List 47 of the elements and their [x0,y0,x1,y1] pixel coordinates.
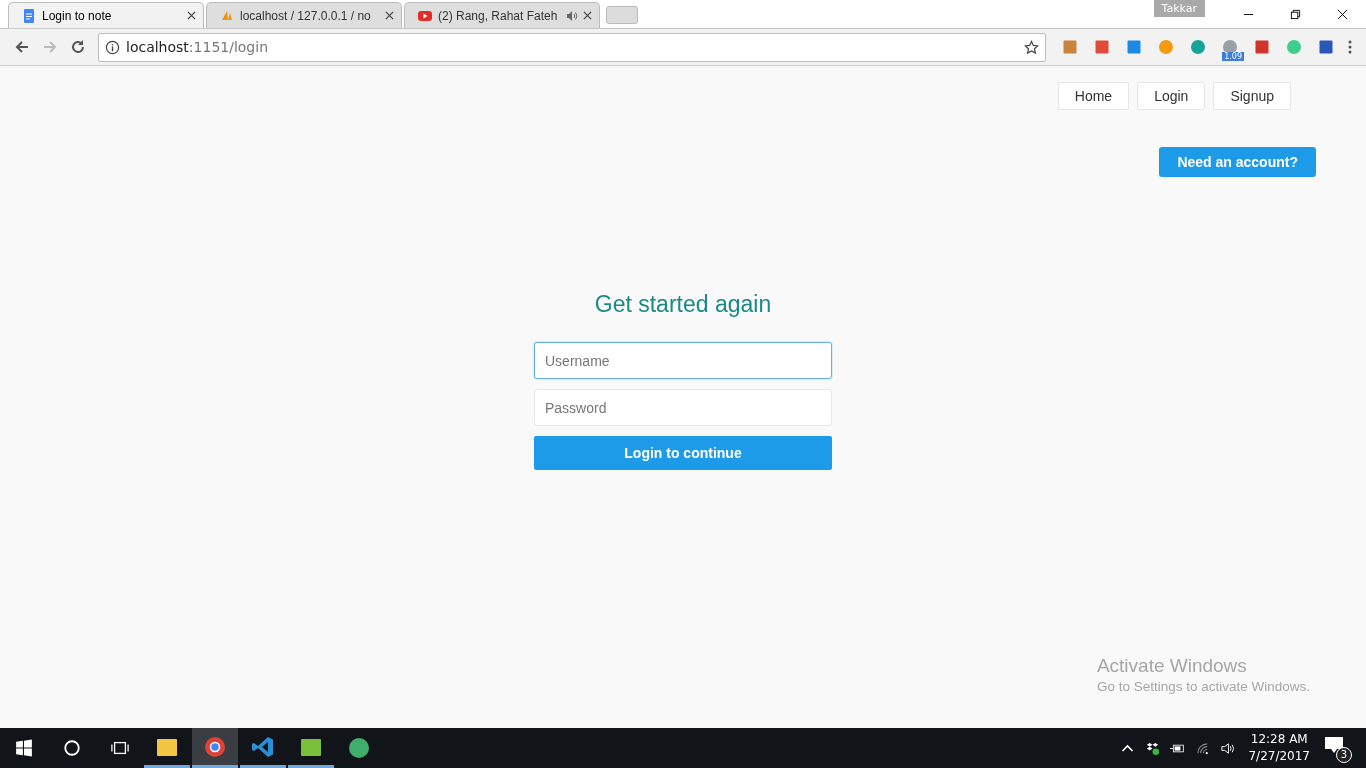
browser-tab[interactable]: Login to note [8,2,204,28]
restore-icon[interactable] [1290,8,1301,20]
task-view-icon[interactable] [111,739,129,757]
address-bar[interactable]: localhost:1151/login [98,32,1046,62]
tab-title: localhost / 127.0.0.1 / no [240,8,372,23]
document-icon [21,7,37,24]
tab-title: (2) Rang, Rahat Fateh [438,8,559,23]
form-heading: Get started again [593,291,773,318]
clock-date: 7/27/2017 [1248,748,1310,765]
extension-icon[interactable] [1062,39,1078,55]
extension-icon[interactable] [1190,39,1206,55]
tab-title: Login to note [42,8,113,23]
browser-tab[interactable]: localhost / 127.0.0.1 / no [206,2,402,28]
input-field[interactable]: Username [534,342,832,379]
menu-icon[interactable] [1348,39,1352,55]
back-arrow-icon[interactable] [14,39,30,55]
cloud-sync-icon[interactable] [1145,740,1161,756]
browser-tab[interactable]: (2) Rang, Rahat Fateh [404,2,600,28]
activation-text: Go to Settings to activate Windows. [1096,679,1310,694]
activation-title: Activate Windows [1096,655,1248,677]
extension-badge: 1.09 [1222,52,1244,61]
info-icon [105,39,120,55]
nav-link[interactable]: Login [1137,82,1206,110]
reload-icon[interactable] [70,39,86,55]
extension-icon[interactable] [1254,39,1270,55]
close-icon[interactable] [1337,8,1348,20]
app-icon [203,734,227,759]
extension-icon[interactable] [1126,39,1142,55]
speaker-icon[interactable] [1220,740,1236,756]
close-icon[interactable] [583,11,592,20]
close-icon[interactable] [385,11,394,20]
app-icon [251,734,275,759]
notification-count: 3 [1336,747,1352,763]
app-icon [347,736,371,760]
close-icon[interactable] [187,11,196,20]
star-icon[interactable] [1024,39,1039,55]
search-circle-icon[interactable] [63,739,81,757]
extension-icon[interactable] [1094,39,1110,55]
nav-link[interactable]: Signup [1213,82,1291,110]
extension-icon[interactable] [1318,39,1334,55]
taskbar-app[interactable] [192,728,238,768]
wifi-icon[interactable] [1195,740,1211,756]
windows-logo-icon[interactable] [15,739,33,757]
speaker-icon [566,9,578,22]
url-text: localhost:1151/login [126,39,268,55]
clock-time: 12:28 AM [1250,731,1308,748]
nav-link[interactable]: Home [1057,82,1130,110]
